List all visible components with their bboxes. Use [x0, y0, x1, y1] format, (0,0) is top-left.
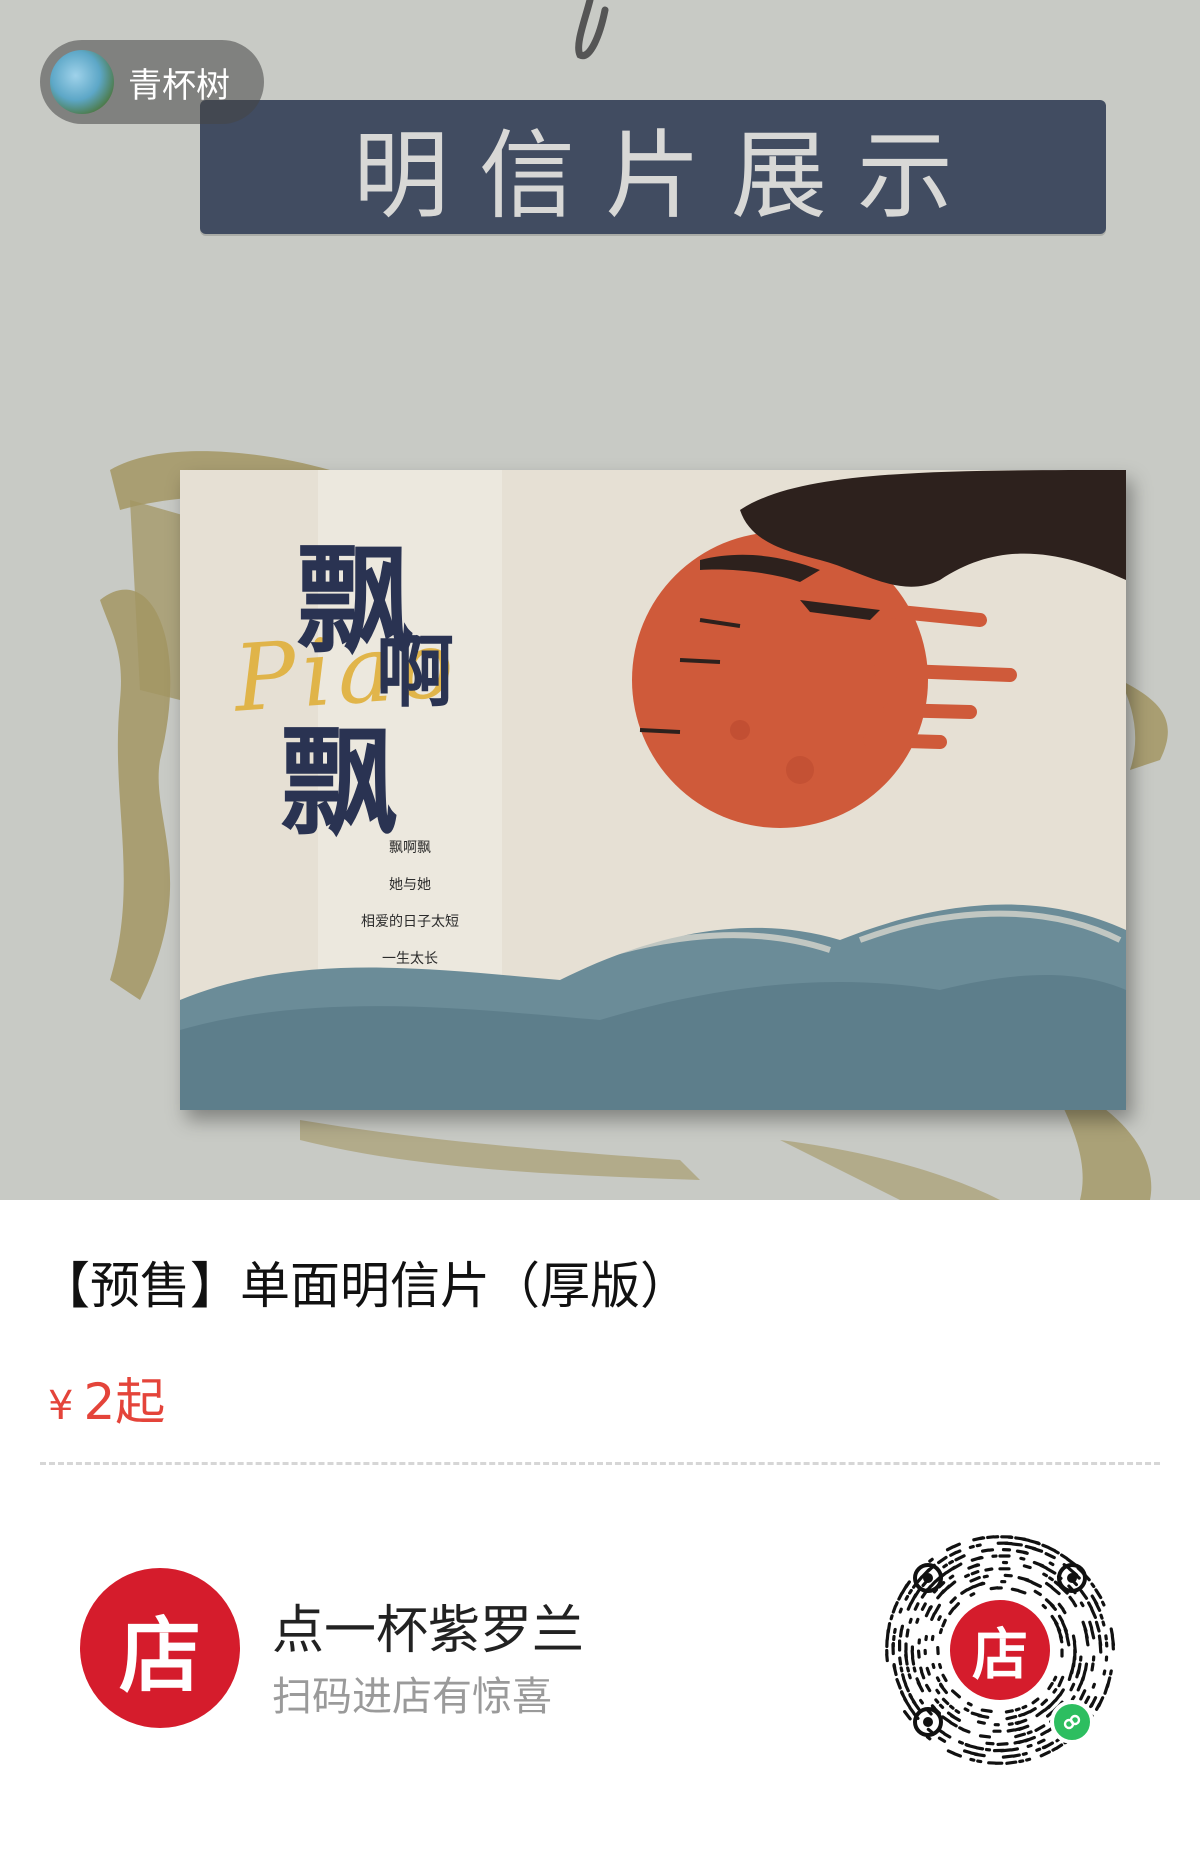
image-title-banner: 明信片展示 — [200, 100, 1106, 234]
author-name: 青杯树 — [128, 65, 230, 106]
postcard-poem: 飘啊飘 她与她 相爱的日子太短 一生太长 — [318, 830, 502, 978]
qr-center-icon: 店 — [972, 1622, 1028, 1688]
image-title-text: 明信片展示 — [353, 119, 983, 232]
wechat-mini-program-icon — [1050, 1700, 1094, 1744]
product-price: ¥2起 — [48, 1362, 165, 1434]
shop-name[interactable]: 点一杯紫罗兰 — [272, 1588, 584, 1663]
dashed-divider — [40, 1462, 1160, 1465]
shop-logo-icon: 店 — [118, 1608, 201, 1704]
poem-line: 她与她 — [389, 877, 431, 893]
poem-line: 飘啊飘 — [389, 840, 431, 856]
author-avatar — [50, 50, 114, 114]
postcard: Piao 飘 啊 飘 飘啊飘 她与她 相爱的日子太短 一生太长 — [180, 470, 1126, 1110]
author-badge[interactable]: 青杯树 — [40, 40, 264, 124]
poem-line: 相爱的日子太短 — [361, 914, 459, 930]
mini-program-qr-code[interactable]: 店 — [880, 1530, 1120, 1770]
price-value: 2起 — [83, 1373, 166, 1431]
product-image[interactable]: 青杯树 明信片展示 Piao 飘 啊 飘 飘啊飘 她与她 相爱的日子太短 一生太… — [0, 0, 1200, 1200]
product-title: 【预售】单面明信片（厚版） — [40, 1257, 690, 1315]
shop-tagline: 扫码进店有惊喜 — [272, 1674, 552, 1720]
postcard-display: Piao 飘 啊 飘 飘啊飘 她与她 相爱的日子太短 一生太长 — [90, 380, 1150, 1140]
price-currency: ¥ — [48, 1383, 74, 1429]
qr-center-logo: 店 — [944, 1594, 1056, 1706]
poem-line: 一生太长 — [382, 951, 438, 967]
shop-logo[interactable]: 店 — [80, 1568, 240, 1728]
